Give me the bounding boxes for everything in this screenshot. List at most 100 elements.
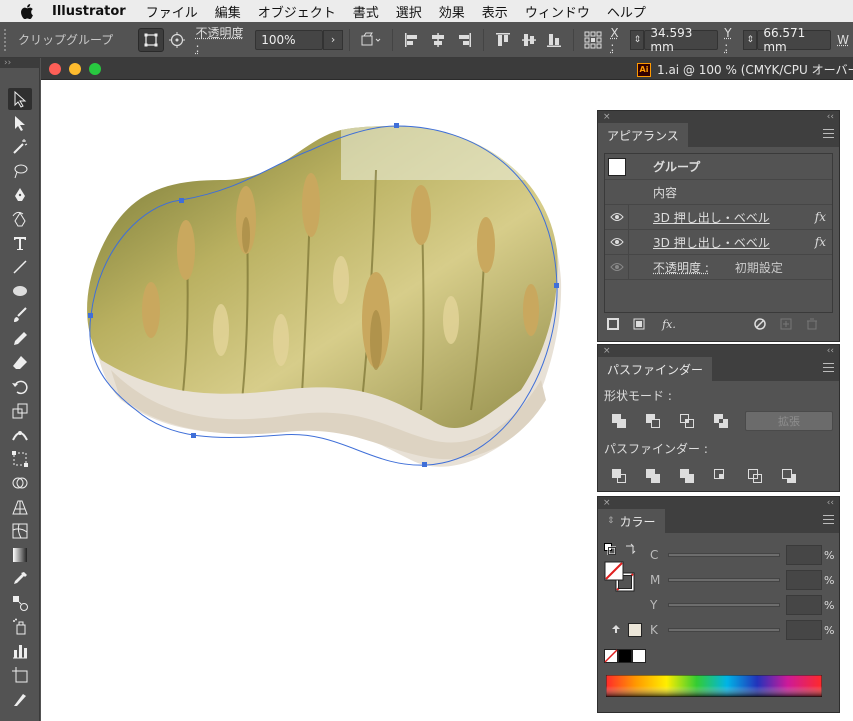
- close-panel-icon[interactable]: ×: [603, 112, 611, 122]
- cyan-slider[interactable]: [668, 553, 780, 557]
- panel-menu-icon[interactable]: [823, 363, 834, 372]
- opacity-link[interactable]: 不透明度 :: [653, 259, 709, 276]
- add-effect-icon[interactable]: fx.: [658, 317, 680, 331]
- menu-view[interactable]: 表示: [482, 2, 508, 21]
- close-window-button[interactable]: [49, 62, 61, 75]
- appearance-row-opacity[interactable]: 不透明度 : 初期設定: [605, 254, 832, 280]
- appearance-row-effect[interactable]: 3D 押し出し・ベベル fx: [605, 204, 832, 230]
- opacity-field[interactable]: 100%: [255, 29, 324, 50]
- menu-select[interactable]: 選択: [396, 2, 422, 21]
- zoom-window-button[interactable]: [89, 62, 101, 75]
- x-label[interactable]: X :: [610, 26, 626, 54]
- expand-button[interactable]: 拡張: [745, 411, 833, 431]
- duplicate-item-icon[interactable]: [779, 317, 793, 331]
- color-spectrum[interactable]: [606, 675, 822, 697]
- magenta-slider[interactable]: [668, 578, 780, 582]
- menu-type[interactable]: 書式: [353, 2, 379, 21]
- appearance-row-group[interactable]: グループ: [605, 154, 832, 180]
- align-vcenter-button[interactable]: [516, 28, 542, 52]
- tools-panel-grip[interactable]: ››: [0, 58, 40, 68]
- tab-color[interactable]: ⇕ カラー: [598, 509, 665, 533]
- close-panel-icon[interactable]: ×: [603, 498, 611, 508]
- black-field[interactable]: [786, 620, 822, 640]
- align-left-button[interactable]: [399, 28, 425, 52]
- align-top-button[interactable]: [490, 28, 516, 52]
- edit-clip-path-button[interactable]: [137, 27, 164, 52]
- document-tab[interactable]: Ai 1.ai @ 100 % (CMYK/CPU オーバー: [637, 61, 853, 78]
- scale-tool[interactable]: [8, 400, 32, 422]
- opacity-label[interactable]: 不透明度 :: [196, 24, 252, 55]
- collapse-panel-icon[interactable]: ‹‹: [827, 346, 834, 356]
- align-right-button[interactable]: [451, 28, 477, 52]
- panel-menu-icon[interactable]: [823, 515, 834, 524]
- visibility-toggle[interactable]: [605, 254, 629, 280]
- panel-menu-icon[interactable]: [823, 129, 834, 138]
- menu-edit[interactable]: 編集: [215, 2, 241, 21]
- cyan-field[interactable]: [786, 545, 822, 565]
- y-label[interactable]: Y :: [724, 26, 739, 54]
- eyedropper-tool[interactable]: [8, 568, 32, 590]
- x-stepper[interactable]: ⇕: [630, 29, 645, 50]
- menu-window[interactable]: ウィンドウ: [525, 2, 590, 21]
- unite-button[interactable]: [610, 412, 628, 430]
- merge-button[interactable]: [678, 467, 696, 485]
- opacity-expand-button[interactable]: ›: [323, 29, 344, 50]
- visibility-toggle[interactable]: [605, 229, 629, 255]
- current-color-swatch[interactable]: [628, 623, 642, 637]
- shape-builder-tool[interactable]: [8, 472, 32, 494]
- slice-tool[interactable]: [8, 688, 32, 710]
- y-field[interactable]: 66.571 mm: [757, 26, 832, 54]
- menu-object[interactable]: オブジェクト: [258, 2, 336, 21]
- add-fill-icon[interactable]: [632, 317, 646, 331]
- fx-icon[interactable]: fx: [815, 235, 826, 249]
- eraser-tool[interactable]: [8, 352, 32, 374]
- control-bar-grip[interactable]: [4, 28, 8, 51]
- type-tool[interactable]: [8, 232, 32, 254]
- quick-swatches[interactable]: [604, 649, 646, 663]
- appearance-row-label[interactable]: 3D 押し出し・ベベル: [653, 209, 770, 226]
- free-transform-tool[interactable]: [8, 448, 32, 470]
- menu-effect[interactable]: 効果: [439, 2, 465, 21]
- divide-button[interactable]: [610, 467, 628, 485]
- magic-wand-tool[interactable]: [8, 136, 32, 158]
- width-tool[interactable]: [8, 424, 32, 446]
- align-bottom-button[interactable]: [542, 28, 568, 52]
- tab-pathfinder[interactable]: パスファインダー: [598, 357, 713, 381]
- add-stroke-icon[interactable]: [606, 317, 620, 331]
- fill-stroke-indicator[interactable]: [604, 561, 636, 593]
- app-menu[interactable]: Illustrator: [52, 4, 126, 19]
- transform-reference-button[interactable]: [356, 28, 386, 52]
- collapse-panel-icon[interactable]: ‹‹: [827, 498, 834, 508]
- appearance-row-effect[interactable]: 3D 押し出し・ベベル fx: [605, 229, 832, 255]
- minimize-window-button[interactable]: [69, 62, 81, 75]
- trim-button[interactable]: [644, 467, 662, 485]
- intersect-button[interactable]: [678, 412, 696, 430]
- curvature-tool[interactable]: [8, 208, 32, 230]
- menu-file[interactable]: ファイル: [146, 2, 198, 21]
- edit-contents-button[interactable]: [164, 28, 190, 52]
- default-colors-icon[interactable]: [604, 543, 616, 555]
- column-graph-tool[interactable]: [8, 640, 32, 662]
- x-field[interactable]: 34.593 mm: [644, 26, 719, 54]
- fx-icon[interactable]: fx: [815, 210, 826, 224]
- last-color-icon[interactable]: [610, 623, 622, 635]
- blend-tool[interactable]: [8, 592, 32, 614]
- gradient-tool[interactable]: [8, 544, 32, 566]
- paintbrush-tool[interactable]: [8, 304, 32, 326]
- clear-appearance-icon[interactable]: [753, 317, 767, 331]
- trash-icon[interactable]: [805, 317, 819, 331]
- y-stepper[interactable]: ⇕: [743, 29, 758, 50]
- direct-selection-tool[interactable]: [8, 112, 32, 134]
- apple-icon[interactable]: [20, 3, 34, 19]
- tab-appearance[interactable]: アピアランス: [598, 123, 688, 147]
- line-tool[interactable]: [8, 256, 32, 278]
- appearance-row-contents[interactable]: 内容: [605, 180, 832, 205]
- appearance-row-label[interactable]: 3D 押し出し・ベベル: [653, 234, 770, 251]
- crop-button[interactable]: [712, 467, 730, 485]
- minus-back-button[interactable]: [780, 467, 798, 485]
- minus-front-button[interactable]: [644, 412, 662, 430]
- exclude-button[interactable]: [712, 412, 730, 430]
- reference-point-button[interactable]: [580, 28, 606, 52]
- w-label[interactable]: W: [837, 33, 849, 47]
- outline-button[interactable]: [746, 467, 764, 485]
